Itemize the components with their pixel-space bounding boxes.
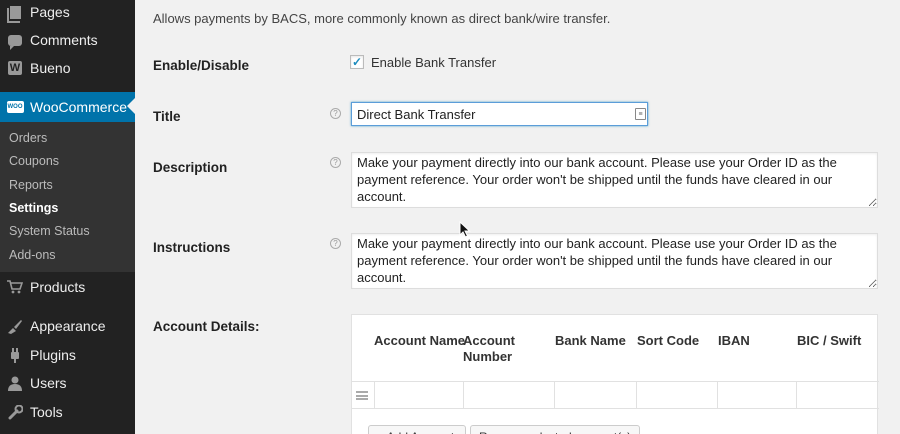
woocommerce-icon: WOO: [6, 99, 24, 115]
gateway-description: Allows payments by BACS, more commonly k…: [153, 11, 611, 26]
menu-label: Plugins: [30, 347, 76, 363]
plugins-icon: [6, 347, 24, 363]
column-account-number: Account Number: [463, 333, 515, 364]
account-details-label: Account Details:: [153, 319, 260, 334]
description-textarea[interactable]: Make your payment directly into our bank…: [351, 152, 878, 208]
column-account-name: Account Name: [374, 333, 466, 348]
bank-name-cell[interactable]: [554, 381, 637, 409]
menu-item-appearance[interactable]: Appearance: [0, 312, 135, 340]
users-icon: [6, 375, 24, 391]
menu-item-tools[interactable]: Tools: [0, 398, 135, 426]
column-sort-code: Sort Code: [637, 333, 700, 348]
instructions-help-icon[interactable]: ?: [330, 238, 341, 249]
menu-item-comments[interactable]: Comments: [0, 26, 135, 54]
title-help-icon[interactable]: ?: [330, 108, 341, 119]
admin-sidebar: Pages Comments W Bueno WOO WooCommerce O…: [0, 0, 135, 434]
menu-label: Pages: [30, 4, 70, 20]
menu-item-pages[interactable]: Pages: [0, 0, 135, 26]
description-help-icon[interactable]: ?: [330, 157, 341, 168]
menu-label: Bueno: [30, 60, 71, 76]
drag-handle-icon[interactable]: [356, 391, 368, 400]
submenu-item-system-status[interactable]: System Status: [9, 224, 90, 238]
title-label: Title: [153, 109, 181, 124]
menu-label: WooCommerce: [30, 99, 127, 115]
menu-item-bueno[interactable]: W Bueno: [0, 54, 135, 82]
account-name-cell[interactable]: [374, 381, 464, 409]
menu-label: Products: [30, 279, 86, 295]
menu-item-products[interactable]: Products: [0, 273, 135, 301]
submenu-item-settings[interactable]: Settings: [9, 201, 58, 215]
bic-swift-cell[interactable]: [796, 381, 879, 409]
menu-item-woocommerce[interactable]: WOO WooCommerce: [0, 92, 135, 122]
add-account-button[interactable]: + Add Account: [368, 425, 466, 434]
column-bic-swift: BIC / Swift: [797, 333, 862, 348]
instructions-textarea[interactable]: Make your payment directly into our bank…: [351, 233, 878, 289]
account-details-table: Account Name Account Number Bank Name So…: [351, 314, 879, 434]
pages-icon: [6, 4, 24, 23]
column-bank-name: Bank Name: [555, 333, 626, 348]
submenu-item-add-ons[interactable]: Add-ons: [9, 248, 56, 262]
title-input[interactable]: [351, 102, 648, 126]
enable-bank-transfer-checkbox[interactable]: ✓: [350, 55, 364, 69]
submenu-item-orders[interactable]: Orders: [9, 131, 47, 145]
instructions-label: Instructions: [153, 240, 231, 255]
submenu-item-reports[interactable]: Reports: [9, 178, 53, 192]
tools-icon: [6, 404, 24, 420]
menu-label: Users: [30, 375, 67, 391]
remove-selected-accounts-button[interactable]: Remove selected account(s): [470, 425, 640, 434]
products-icon: [6, 279, 24, 295]
enable-bank-transfer-label[interactable]: Enable Bank Transfer: [371, 55, 496, 70]
woocommerce-submenu: Orders Coupons Reports Settings System S…: [0, 122, 135, 272]
iban-cell[interactable]: [717, 381, 797, 409]
menu-label: Tools: [30, 404, 63, 420]
comments-icon: [6, 32, 24, 50]
column-iban: IBAN: [718, 333, 750, 348]
menu-label: Comments: [30, 32, 98, 48]
menu-label: Appearance: [30, 318, 106, 334]
active-menu-arrow: [127, 98, 135, 114]
sort-code-cell[interactable]: [636, 381, 718, 409]
menu-item-plugins[interactable]: Plugins: [0, 341, 135, 369]
description-label: Description: [153, 160, 228, 175]
account-number-cell[interactable]: [463, 381, 555, 409]
enable-disable-label: Enable/Disable: [153, 58, 250, 73]
woo-badge: WOO: [6, 101, 24, 113]
autofill-icon[interactable]: ≡: [635, 108, 646, 120]
submenu-item-coupons[interactable]: Coupons: [9, 154, 59, 168]
bueno-icon: W: [8, 61, 22, 75]
menu-item-users[interactable]: Users: [0, 369, 135, 397]
appearance-icon: [6, 318, 24, 334]
settings-content: Allows payments by BACS, more commonly k…: [135, 0, 900, 434]
